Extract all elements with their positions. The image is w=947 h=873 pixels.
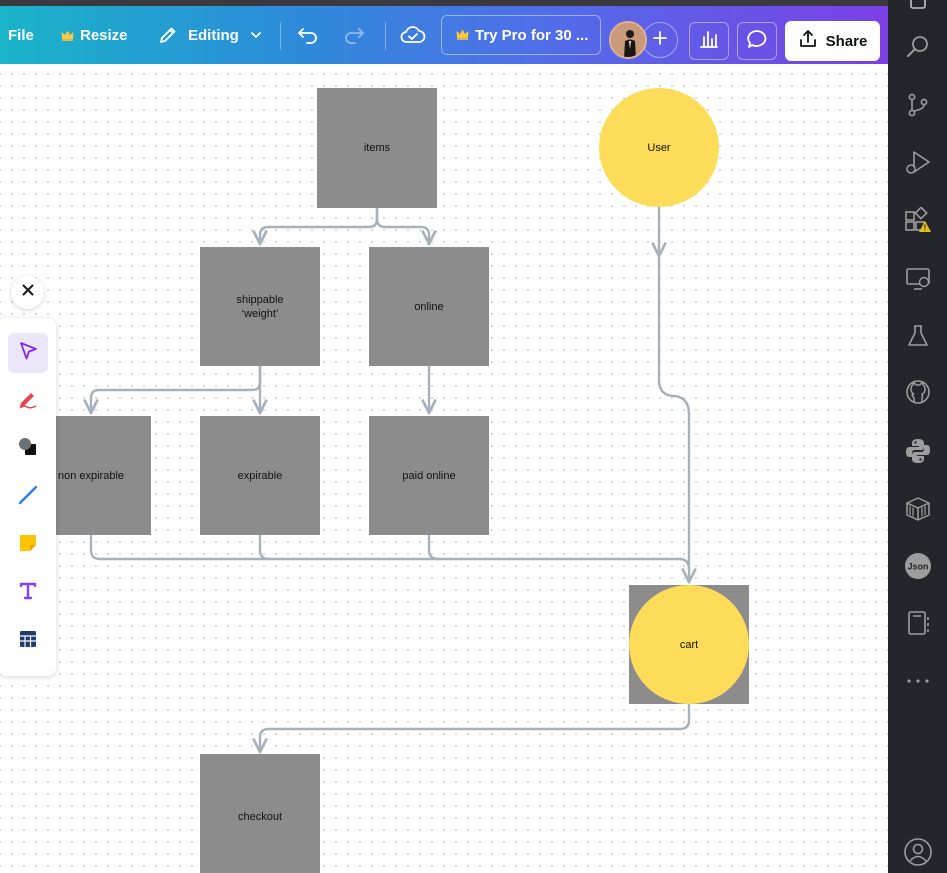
- close-icon: [21, 283, 35, 302]
- connector-cart-checkout: [260, 702, 691, 752]
- upload-icon: [798, 29, 818, 53]
- node-online[interactable]: online: [369, 247, 489, 366]
- file-label: File: [8, 26, 34, 44]
- sticky-note-icon: [17, 532, 39, 559]
- insights-button[interactable]: [689, 22, 729, 60]
- svg-text:!: !: [924, 224, 927, 233]
- node-label: checkout: [237, 810, 283, 823]
- text-tool-button[interactable]: [8, 573, 48, 613]
- connector-expirable-cart: [258, 534, 271, 561]
- node-cart[interactable]: cart: [629, 585, 749, 704]
- app-window: File Resize Editing Try Pro for 30 ... S…: [0, 0, 947, 873]
- avatar[interactable]: [609, 21, 647, 59]
- resize-button[interactable]: Resize: [61, 15, 128, 55]
- close-toolbox-button[interactable]: [11, 276, 44, 309]
- node-label: User: [647, 141, 671, 154]
- plus-icon: [652, 30, 668, 51]
- draw-icon: [17, 388, 39, 415]
- add-collaborator-button[interactable]: [642, 22, 678, 58]
- node-sublabel: ‘weight’: [241, 307, 279, 320]
- undo-icon: [297, 25, 319, 45]
- try-pro-label: Try Pro for 30 ...: [475, 26, 589, 44]
- resize-label: Resize: [80, 26, 128, 44]
- cloud-check-icon: [400, 25, 426, 45]
- connector-user-cart-b: [657, 254, 689, 582]
- python-icon[interactable]: [903, 436, 933, 466]
- draw-tool-button[interactable]: [8, 381, 48, 421]
- node-label: paid online: [402, 469, 456, 482]
- toolbar-divider: [385, 22, 386, 50]
- connector-shippable-nonexpirable: [91, 364, 262, 413]
- redo-icon: [343, 25, 365, 45]
- pencil-icon: [158, 25, 178, 45]
- undo-button[interactable]: [297, 15, 319, 55]
- account-icon[interactable]: [903, 837, 933, 867]
- remote-explorer-icon[interactable]: [903, 264, 933, 294]
- node-label: expirable: [237, 469, 283, 482]
- try-pro-button[interactable]: Try Pro for 30 ...: [441, 15, 601, 55]
- share-button[interactable]: Share: [785, 21, 880, 61]
- editing-mode-button[interactable]: Editing: [158, 15, 263, 55]
- crown-icon: [61, 30, 74, 41]
- connector-paidonline-cart: [427, 534, 440, 561]
- run-debug-icon[interactable]: [903, 147, 933, 177]
- shapes-tool-button[interactable]: [8, 429, 48, 469]
- text-icon: [17, 580, 39, 607]
- explorer-icon[interactable]: [903, 0, 933, 16]
- github-icon[interactable]: [903, 377, 933, 407]
- select-tool-button[interactable]: [8, 333, 48, 373]
- editing-label: Editing: [188, 26, 239, 44]
- more-icon[interactable]: [903, 666, 933, 696]
- top-toolbar: File Resize Editing Try Pro for 30 ... S…: [0, 6, 888, 64]
- comments-button[interactable]: [737, 22, 777, 60]
- sticky-note-tool-button[interactable]: [8, 525, 48, 565]
- node-label: items: [363, 142, 391, 154]
- shapes-icon: [17, 436, 39, 463]
- redo-button[interactable]: [343, 15, 365, 55]
- node-shippable[interactable]: shippable ‘weight’: [200, 247, 320, 366]
- node-label: non expirable: [57, 469, 125, 482]
- connector-items-online: [375, 205, 429, 244]
- drawing-toolbox: [0, 318, 56, 676]
- toolbar-divider: [280, 22, 281, 50]
- whiteboard-canvas[interactable]: items shippable ‘weight’ online non expi…: [0, 64, 888, 873]
- bar-chart-icon: [698, 29, 720, 54]
- node-checkout[interactable]: checkout: [200, 754, 320, 873]
- table-icon: [17, 628, 39, 655]
- connector-nonexpirable-cart: [89, 534, 691, 571]
- chevron-down-icon: [249, 28, 263, 42]
- node-items[interactable]: items: [317, 88, 437, 208]
- testing-icon[interactable]: [903, 321, 933, 351]
- node-label: shippable: [236, 293, 284, 306]
- node-label: cart: [679, 638, 699, 651]
- notebook-icon[interactable]: [903, 608, 933, 638]
- json-icon[interactable]: Json: [903, 551, 933, 581]
- source-control-icon[interactable]: [903, 90, 933, 120]
- select-icon: [17, 340, 39, 367]
- line-tool-button[interactable]: [8, 477, 48, 517]
- svg-text:Json: Json: [907, 562, 928, 572]
- node-label: online: [414, 300, 444, 313]
- search-icon[interactable]: [903, 31, 933, 61]
- table-tool-button[interactable]: [8, 621, 48, 661]
- share-label: Share: [825, 32, 868, 50]
- comment-icon: [746, 29, 768, 54]
- connector-items-shippable: [260, 205, 379, 244]
- node-user[interactable]: User: [599, 88, 719, 207]
- activity-bar: ! Json: [888, 0, 947, 873]
- containers-icon[interactable]: [903, 494, 933, 524]
- crown-icon: [456, 27, 469, 44]
- file-menu-button[interactable]: File: [8, 15, 34, 55]
- node-paid-online[interactable]: paid online: [369, 416, 489, 535]
- extensions-icon[interactable]: !: [903, 207, 933, 237]
- cloud-save-button[interactable]: [400, 15, 426, 55]
- line-icon: [17, 484, 39, 511]
- node-expirable[interactable]: expirable: [200, 416, 320, 535]
